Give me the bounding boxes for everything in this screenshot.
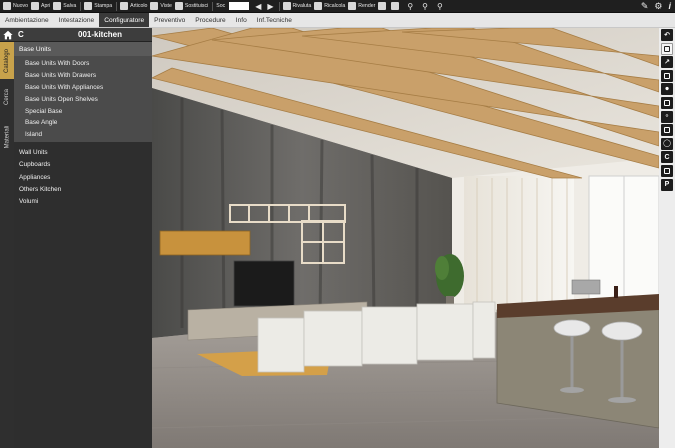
menu-configuratore[interactable]: Configuratore <box>99 13 150 27</box>
category-others-kitchen[interactable]: Others Kitchen <box>14 183 152 195</box>
p-icon[interactable]: P <box>661 178 673 191</box>
category-volumi[interactable]: Volumi <box>14 195 152 207</box>
main-toolbar: Nuovo Apri Salva Stampa Articolo Viste S… <box>0 0 675 13</box>
menu-procedure[interactable]: Procedure <box>190 13 230 27</box>
microphone-icon[interactable]: ⚬ <box>661 110 673 123</box>
sidebar-vertical-tabs: Catalogo Cerca Materiali <box>0 42 14 448</box>
views-icon <box>150 2 159 10</box>
category-base-units[interactable]: Base Units <box>14 42 152 56</box>
sub-item-base-angle[interactable]: Base Angle <box>14 117 152 129</box>
toolbar-right: ✎ ⚙ i <box>641 1 671 12</box>
sub-item-special-base[interactable]: Special Base <box>14 105 152 117</box>
render-icon <box>348 2 357 10</box>
toolbar-divider <box>278 1 280 11</box>
revalue-icon <box>282 2 291 10</box>
zoom-out-button[interactable]: ⚲ <box>433 1 448 12</box>
kitchen-render <box>152 28 659 448</box>
menu-info[interactable]: Info <box>231 13 252 27</box>
home-icon[interactable] <box>3 30 13 40</box>
print-button[interactable]: Stampa <box>83 1 114 12</box>
zoom-in-icon: ⚲ <box>422 1 429 11</box>
render-button[interactable]: Render <box>347 1 377 12</box>
hand-icon[interactable] <box>661 42 673 55</box>
project-title: 001-kitchen <box>78 30 123 39</box>
3d-viewport[interactable] <box>152 28 659 448</box>
save-icon <box>53 2 62 10</box>
menu-intestazione[interactable]: Intestazione <box>54 13 100 27</box>
soc-label: Soc <box>216 3 226 9</box>
article-icon <box>120 2 129 10</box>
revalue-button[interactable]: Rivaluta <box>282 1 314 12</box>
menu-preventivo[interactable]: Preventivo <box>149 13 190 27</box>
new-button[interactable]: Nuovo <box>2 1 30 12</box>
category-wall-units[interactable]: Wall Units <box>14 147 152 159</box>
sphere-icon[interactable]: ◯ <box>661 137 673 150</box>
rename-icon[interactable]: ✎ <box>641 1 649 12</box>
zoom-out-icon: ⚲ <box>437 1 443 11</box>
catalog-tree: Base Units Base Units With Doors Base Un… <box>14 42 152 448</box>
replace-icon <box>174 2 183 10</box>
frame-icon <box>391 2 400 10</box>
frame-button[interactable] <box>390 1 403 12</box>
menu-inf-tecniche[interactable]: Inf.Tecniche <box>252 13 297 27</box>
undo-icon[interactable]: ↶ <box>661 29 673 41</box>
recalc-icon <box>314 2 323 10</box>
measure-icon[interactable]: ↗ <box>661 56 673 69</box>
arrow-left-icon[interactable]: ◀ <box>252 1 264 12</box>
camera-icon <box>378 2 387 10</box>
soc-input[interactable] <box>229 2 250 10</box>
info-icon[interactable]: i <box>668 1 671 12</box>
toolbar-divider <box>116 1 118 11</box>
category-cupboards[interactable]: Cupboards <box>14 159 152 171</box>
views-button[interactable]: Viste <box>149 1 173 12</box>
gear-icon[interactable]: ⚙ <box>654 1 662 12</box>
tab-cerca[interactable]: Cerca <box>0 79 14 115</box>
sub-item-base-units-with-doors[interactable]: Base Units With Doors <box>14 58 152 70</box>
zoom-in-button[interactable]: ⚲ <box>418 1 433 12</box>
recalc-button[interactable]: Ricalcola <box>313 1 347 12</box>
right-toolbar: ↶ ↗ ⚫ ⚬ ◯ C P <box>659 28 675 448</box>
arrow-right-icon[interactable]: ▶ <box>264 1 276 12</box>
category-appliances[interactable]: Appliances <box>14 171 152 183</box>
sidebar-header: C 001-kitchen <box>0 28 152 42</box>
sub-item-base-units-with-drawers[interactable]: Base Units With Drawers <box>14 70 152 82</box>
zoom-icon: ⚲ <box>407 1 414 11</box>
toolbar-divider <box>80 1 82 11</box>
camera-icon[interactable] <box>661 124 673 137</box>
ruler-icon[interactable] <box>661 69 673 82</box>
zoom-button[interactable]: ⚲ <box>403 1 418 12</box>
camera-button[interactable] <box>377 1 390 12</box>
category-subitems: Base Units With Doors Base Units With Dr… <box>14 56 152 142</box>
sub-item-base-units-with-appliances[interactable]: Base Units With Appliances <box>14 82 152 94</box>
print-icon <box>84 2 93 10</box>
folder-icon <box>31 2 39 10</box>
replace-button[interactable]: Sostituisci <box>174 1 210 12</box>
article-button[interactable]: Articolo <box>119 1 149 12</box>
menu-ambientazione[interactable]: Ambientazione <box>0 13 54 27</box>
new-file-icon <box>3 2 11 10</box>
export-icon[interactable] <box>661 164 673 177</box>
tab-catalogo[interactable]: Catalogo <box>0 42 14 79</box>
light-bulb-icon[interactable]: ⚫ <box>661 83 673 96</box>
sub-item-island[interactable]: Island <box>14 129 152 141</box>
layout-icon[interactable] <box>661 96 673 109</box>
tab-materiali[interactable]: Materiali <box>0 115 14 159</box>
toolbar-divider <box>212 1 214 11</box>
menu-bar: Ambientazione Intestazione Configuratore… <box>0 13 675 28</box>
project-code: C <box>18 30 24 39</box>
sub-item-base-units-open-shelves[interactable]: Base Units Open Shelves <box>14 93 152 105</box>
c-icon[interactable]: C <box>661 151 673 164</box>
save-button[interactable]: Salva <box>52 1 78 12</box>
open-button[interactable]: Apri <box>30 1 52 12</box>
